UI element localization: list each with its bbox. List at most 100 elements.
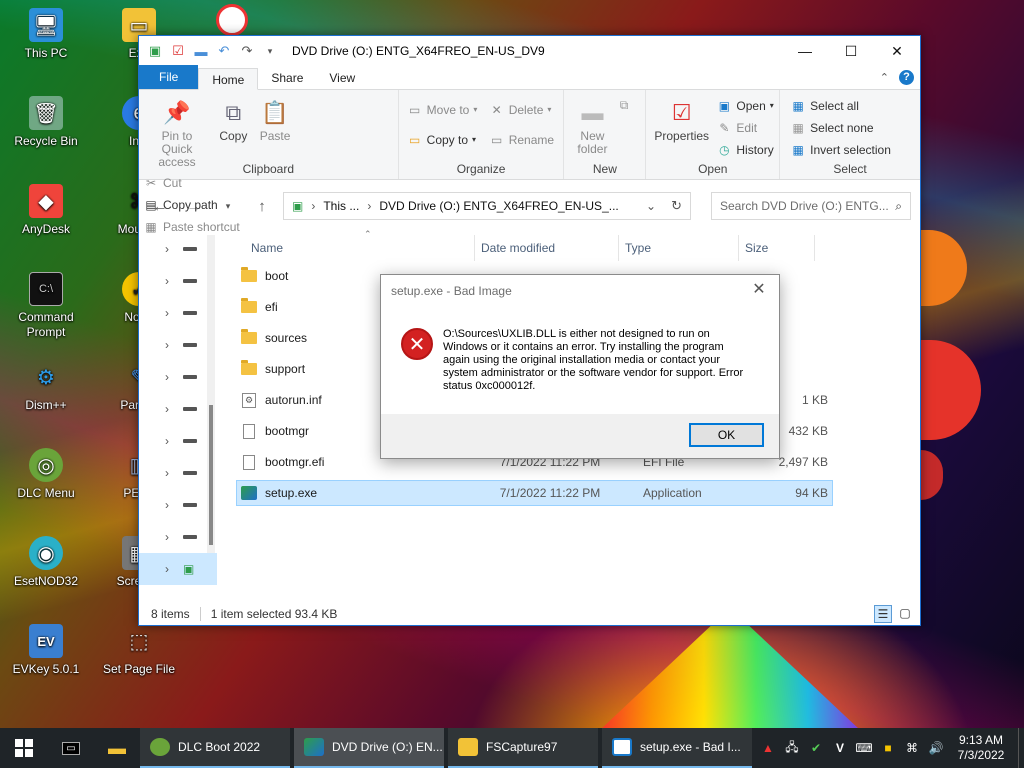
address-dropdown-icon[interactable]: ⌄ — [646, 199, 656, 213]
nav-item[interactable]: › — [139, 329, 217, 361]
file-row-setup-exe[interactable]: setup.exe 7/1/2022 11:22 PM Application … — [236, 480, 833, 506]
tray-keyboard-icon[interactable]: ⌨ — [852, 741, 876, 755]
select-none-button[interactable]: ▦ Select none — [790, 118, 891, 137]
breadcrumb-current[interactable]: DVD Drive (O:) ENTG_X64FREO_EN-US_... — [379, 199, 618, 213]
desktop-icon-evkey[interactable]: EV EVKey 5.0.1 — [0, 624, 92, 677]
nav-item[interactable]: › — [139, 489, 217, 521]
show-desktop-button[interactable] — [1018, 728, 1024, 768]
nav-item-dvd-drive[interactable]: › ▣ — [139, 553, 217, 585]
expand-chevron-icon[interactable]: › — [165, 306, 169, 320]
taskbar-terminal-icon[interactable]: ▭ — [48, 728, 94, 768]
tray-network-icon[interactable]: 🖧 — [780, 738, 804, 759]
tray-input-icon[interactable]: ⌘ — [900, 741, 924, 755]
qat-dropdown-icon[interactable]: ▾ — [262, 46, 278, 57]
nav-item[interactable]: › — [139, 393, 217, 425]
edit-button[interactable]: ✎ Edit — [716, 118, 773, 137]
nav-item[interactable]: › — [139, 265, 217, 297]
tab-home[interactable]: Home — [198, 68, 259, 90]
nav-item[interactable]: › — [139, 297, 217, 329]
help-icon[interactable]: ? — [899, 70, 914, 85]
column-date-modified[interactable]: Date modified — [475, 235, 619, 261]
properties-qat-icon[interactable]: ☑ — [170, 43, 186, 59]
taskbar-file-explorer-icon[interactable]: ▬ — [94, 728, 140, 768]
copy-button[interactable]: ⧉ Copy — [214, 94, 252, 145]
desktop-icon-esetnod32[interactable]: ◉ EsetNOD32 — [0, 536, 92, 589]
invert-selection-button[interactable]: ▦ Invert selection — [790, 140, 891, 159]
tray-network-graph-icon[interactable]: ▲ — [756, 741, 780, 755]
nav-item[interactable]: › — [139, 425, 217, 457]
breadcrumb-this-pc[interactable]: This ... — [323, 199, 359, 213]
desktop-icon-recycle-bin[interactable]: 🗑 Recycle Bin — [0, 96, 92, 149]
tab-share[interactable]: Share — [258, 67, 316, 89]
nav-item[interactable]: › — [139, 361, 217, 393]
tab-view[interactable]: View — [316, 67, 368, 89]
nav-item[interactable]: › — [139, 233, 217, 265]
minimize-button[interactable]: — — [782, 36, 828, 66]
rename-button[interactable]: ▭ Rename — [489, 130, 554, 149]
properties-button[interactable]: ☑ Properties — [650, 94, 713, 145]
nav-scroll-thumb[interactable] — [209, 405, 213, 545]
clock[interactable]: 9:13 AM 7/3/2022 — [948, 733, 1014, 763]
desktop-icon-set-page-file[interactable]: ⬚ Set Page File — [93, 624, 185, 677]
desktop-icon-dism[interactable]: ⚙ Dism++ — [0, 360, 92, 413]
dialog-title-bar[interactable]: setup.exe - Bad Image ✕ — [381, 275, 779, 306]
nav-scrollbar[interactable] — [207, 235, 215, 553]
nav-item[interactable]: › — [139, 521, 217, 553]
undo-icon[interactable]: ↶ — [216, 43, 232, 59]
pin-to-quick-access-button[interactable]: 📌 Pin to Quick access — [143, 94, 211, 171]
dialog-close-button[interactable]: ✕ — [747, 280, 771, 300]
ok-button[interactable]: OK — [689, 423, 764, 447]
search-input[interactable]: Search DVD Drive (O:) ENTG... ⌕ — [711, 192, 911, 220]
new-folder-qat-icon[interactable]: ▬ — [193, 44, 209, 59]
details-view-icon[interactable]: ☰ — [874, 605, 892, 623]
open-button[interactable]: ▣ Open ▾ — [716, 96, 774, 115]
expand-chevron-icon[interactable]: › — [165, 466, 169, 480]
collapse-ribbon-icon[interactable]: ⌃ — [880, 71, 889, 84]
address-bar[interactable]: ▣ › This ... › DVD Drive (O:) ENTG_X64FR… — [283, 192, 691, 220]
history-button[interactable]: ◷ History — [716, 140, 774, 159]
taskbar-item-dvd-drive[interactable]: DVD Drive (O:) EN... — [294, 728, 444, 768]
new-item-icon[interactable]: ⧉ — [620, 98, 629, 113]
paste-button[interactable]: 📋 Paste — [256, 94, 295, 145]
copy-to-button[interactable]: ▭ Copy to ▾ — [407, 130, 478, 149]
column-type[interactable]: Type — [619, 235, 739, 261]
expand-chevron-icon[interactable]: › — [165, 370, 169, 384]
nav-item[interactable]: › — [139, 457, 217, 489]
refresh-icon[interactable]: ↻ — [671, 198, 682, 214]
expand-chevron-icon[interactable]: › — [165, 498, 169, 512]
delete-button[interactable]: ✕ Delete ▾ — [489, 100, 554, 119]
copy-path-button[interactable]: ▤ Copy path — [143, 195, 240, 214]
expand-chevron-icon[interactable]: › — [165, 274, 169, 288]
taskbar-item-dlc-boot[interactable]: DLC Boot 2022 — [140, 728, 290, 768]
expand-chevron-icon[interactable]: › — [165, 434, 169, 448]
expand-chevron-icon[interactable]: › — [165, 338, 169, 352]
clock-app-icon[interactable] — [216, 4, 248, 36]
expand-chevron-icon[interactable]: › — [165, 402, 169, 416]
column-size[interactable]: Size — [739, 235, 815, 261]
close-button[interactable]: ✕ — [874, 36, 920, 66]
expand-chevron-icon[interactable]: › — [165, 242, 169, 256]
expand-chevron-icon[interactable]: › — [165, 562, 169, 576]
expand-chevron-icon[interactable]: › — [165, 530, 169, 544]
title-bar[interactable]: ▣ ☑ ▬ ↶ ↷ ▾ DVD Drive (O:) ENTG_X64FREO_… — [139, 36, 920, 66]
desktop-icon-command-prompt[interactable]: C:\ Command Prompt — [0, 272, 92, 340]
maximize-button[interactable]: ☐ — [828, 36, 874, 66]
up-button[interactable]: ↑ — [249, 198, 275, 215]
tray-check-icon[interactable]: ✔ — [804, 741, 828, 755]
column-name[interactable]: Name — [217, 235, 475, 261]
large-icons-view-icon[interactable]: ▢ — [896, 605, 914, 623]
desktop-icon-anydesk[interactable]: ◆ AnyDesk — [0, 184, 92, 237]
move-to-button[interactable]: ▭ Move to ▾ — [407, 100, 477, 119]
tray-volume-icon[interactable]: 🔊 — [924, 741, 948, 755]
desktop-icon-dlc-menu[interactable]: ◎ DLC Menu — [0, 448, 92, 501]
taskbar-item-fscapture[interactable]: FSCapture97 — [448, 728, 598, 768]
redo-icon[interactable]: ↷ — [239, 43, 255, 59]
tray-v-icon[interactable]: V — [828, 741, 852, 755]
new-folder-button[interactable]: ▬ New folder — [568, 94, 616, 158]
tab-file[interactable]: File — [139, 65, 199, 89]
select-all-button[interactable]: ▦ Select all — [790, 96, 891, 115]
taskbar-item-setup-error[interactable]: setup.exe - Bad I... — [602, 728, 752, 768]
error-dialog[interactable]: setup.exe - Bad Image ✕ ✕ O:\Sources\UXL… — [380, 274, 780, 459]
tray-color-icon[interactable]: ■ — [876, 741, 900, 755]
desktop-icon-this-pc[interactable]: 🖥 This PC — [0, 8, 92, 61]
